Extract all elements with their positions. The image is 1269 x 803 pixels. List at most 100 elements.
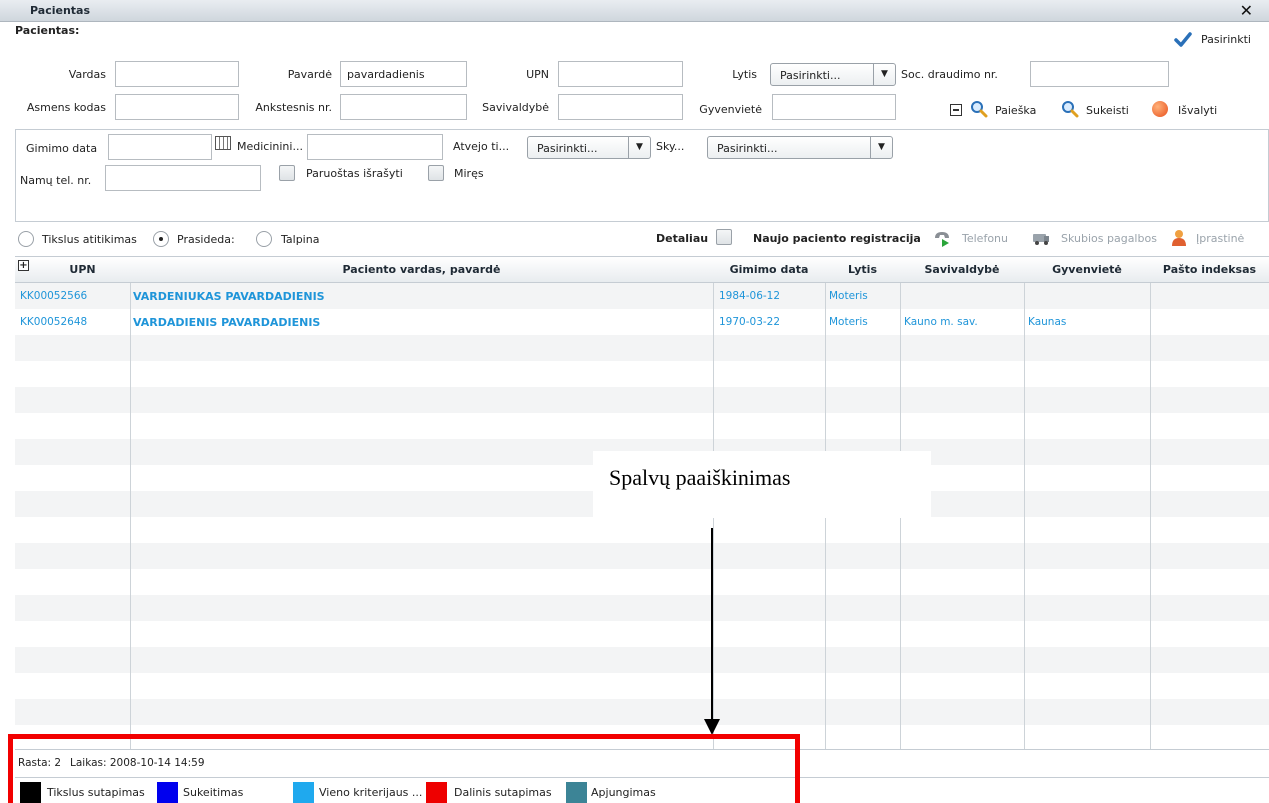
column-header-name[interactable]: Paciento vardas, pavardė — [130, 257, 713, 283]
table-row-empty — [15, 335, 1269, 361]
search-label: Paieška — [995, 104, 1037, 117]
annotation-callout: Spalvų paaiškinimas — [593, 451, 931, 518]
asmens-kodas-label: Asmens kodas — [26, 101, 106, 114]
atvejo-label: Atvejo ti... — [453, 140, 510, 153]
highlight-box — [8, 734, 800, 803]
calendar-icon[interactable] — [215, 136, 231, 150]
medicinini-field[interactable] — [307, 134, 443, 160]
detaliau-checkbox[interactable] — [716, 229, 732, 245]
cell-sex: Moteris — [829, 316, 868, 328]
table-row-empty — [15, 517, 1269, 543]
table-row-empty — [15, 699, 1269, 725]
asmens-kodas-field[interactable] — [115, 94, 239, 120]
table-row[interactable]: KK00052566 VARDENIUKAS PAVARDADIENIS 198… — [15, 283, 1269, 309]
starts-with-label: Prasideda: — [177, 233, 235, 246]
soc-field[interactable] — [1030, 61, 1169, 87]
namu-tel-label: Namų tel. nr. — [20, 174, 92, 187]
ambulance-icon — [1033, 234, 1049, 245]
cell-name[interactable]: VARDENIUKAS PAVARDADIENIS — [133, 290, 325, 303]
starts-with-radio[interactable] — [153, 231, 169, 247]
column-header-birth[interactable]: Gimimo data — [713, 257, 825, 283]
cell-birth: 1984-06-12 — [719, 290, 781, 302]
regular-label: Įprastinė — [1196, 232, 1245, 245]
medicinini-label: Medicinini... — [237, 140, 303, 153]
table-row-empty — [15, 361, 1269, 387]
table-row-empty — [15, 595, 1269, 621]
column-header-postal[interactable]: Pašto indeksas — [1150, 257, 1269, 283]
namu-tel-field[interactable] — [105, 165, 261, 191]
column-header-gyvenviete[interactable]: Gyvenvietė — [1024, 257, 1150, 283]
window-title: Pacientas — [30, 4, 91, 17]
cell-upn[interactable]: KK00052566 — [20, 290, 87, 302]
annotation-arrow-line — [711, 528, 713, 723]
cell-sex: Moteris — [829, 290, 868, 302]
vardas-label: Vardas — [68, 68, 106, 81]
expand-icon[interactable]: + — [18, 260, 29, 271]
column-header-sex[interactable]: Lytis — [825, 257, 900, 283]
lytis-label: Lytis — [732, 68, 757, 81]
table-row[interactable]: KK00052648 VARDADIENIS PAVARDADIENIS 197… — [15, 309, 1269, 335]
table-row-empty — [15, 621, 1269, 647]
savivaldybe-field[interactable] — [558, 94, 683, 120]
column-divider — [1024, 257, 1025, 749]
close-icon[interactable]: ✕ — [1240, 1, 1253, 20]
table-row-empty — [15, 647, 1269, 673]
exact-match-label: Tikslus atitikimas — [42, 233, 137, 246]
pavarde-label: Pavardė — [287, 68, 332, 81]
sky-select[interactable]: Pasirinkti... ▼ — [707, 136, 893, 159]
column-divider — [130, 257, 131, 749]
gimimo-data-label: Gimimo data — [26, 142, 98, 155]
table-row-empty — [15, 387, 1269, 413]
column-header-savivaldybe[interactable]: Savivaldybė — [900, 257, 1024, 283]
ambulance-label: Skubios pagalbos — [1061, 232, 1157, 245]
paruostas-label: Paruoštas išrašyti — [306, 167, 403, 180]
exact-match-radio[interactable] — [18, 231, 34, 247]
soc-label: Soc. draudimo nr. — [901, 68, 998, 81]
lytis-select[interactable]: Pasirinkti... ▼ — [770, 63, 896, 86]
cell-name[interactable]: VARDADIENIS PAVARDADIENIS — [133, 316, 320, 329]
search-icon — [1062, 101, 1079, 118]
chevron-down-icon: ▼ — [873, 64, 895, 85]
cell-savivaldybe: Kauno m. sav. — [904, 316, 978, 328]
window-titlebar: Pacientas ✕ — [0, 0, 1269, 22]
annotation-text: Spalvų paaiškinimas — [609, 465, 791, 490]
upn-field[interactable] — [558, 61, 683, 87]
column-divider — [1150, 257, 1151, 749]
clear-label: Išvalyti — [1178, 104, 1218, 117]
contains-radio[interactable] — [256, 231, 272, 247]
upn-label: UPN — [526, 68, 549, 81]
mires-label: Miręs — [454, 167, 484, 180]
sky-label: Sky... — [656, 140, 685, 153]
table-header: + UPN Paciento vardas, pavardė Gimimo da… — [15, 257, 1269, 283]
section-title: Pacientas: — [15, 24, 80, 37]
pavarde-field[interactable] — [340, 61, 467, 87]
new-registration-label: Naujo paciento registracija — [753, 232, 921, 245]
mires-checkbox[interactable] — [428, 165, 444, 181]
table-row-empty — [15, 413, 1269, 439]
ankstesnis-field[interactable] — [340, 94, 467, 120]
savivaldybe-label: Savivaldybė — [482, 101, 549, 114]
vardas-field[interactable] — [115, 61, 239, 87]
contains-label: Talpina — [281, 233, 320, 246]
sky-select-value: Pasirinkti... — [717, 142, 778, 155]
gyvenviete-field[interactable] — [772, 94, 896, 120]
paruostas-checkbox[interactable] — [279, 165, 295, 181]
chevron-down-icon: ▼ — [628, 137, 650, 158]
chevron-down-icon: ▼ — [870, 137, 892, 158]
atvejo-select[interactable]: Pasirinkti... ▼ — [527, 136, 651, 159]
table-row-empty — [15, 543, 1269, 569]
ankstesnis-label: Ankstesnis nr. — [255, 101, 332, 114]
collapse-icon[interactable] — [950, 104, 962, 116]
lytis-select-value: Pasirinkti... — [780, 69, 841, 82]
atvejo-select-value: Pasirinkti... — [537, 142, 598, 155]
cell-upn[interactable]: KK00052648 — [20, 316, 87, 328]
cell-birth: 1970-03-22 — [719, 316, 781, 328]
swap-label: Sukeisti — [1086, 104, 1129, 117]
column-header-upn[interactable]: UPN — [35, 257, 130, 283]
cell-gyvenviete: Kaunas — [1028, 316, 1067, 328]
arrow-down-icon — [704, 719, 720, 735]
gyvenviete-label: Gyvenvietė — [699, 103, 762, 116]
person-icon — [1172, 230, 1186, 246]
search-icon — [971, 101, 988, 118]
gimimo-data-field[interactable] — [108, 134, 212, 160]
